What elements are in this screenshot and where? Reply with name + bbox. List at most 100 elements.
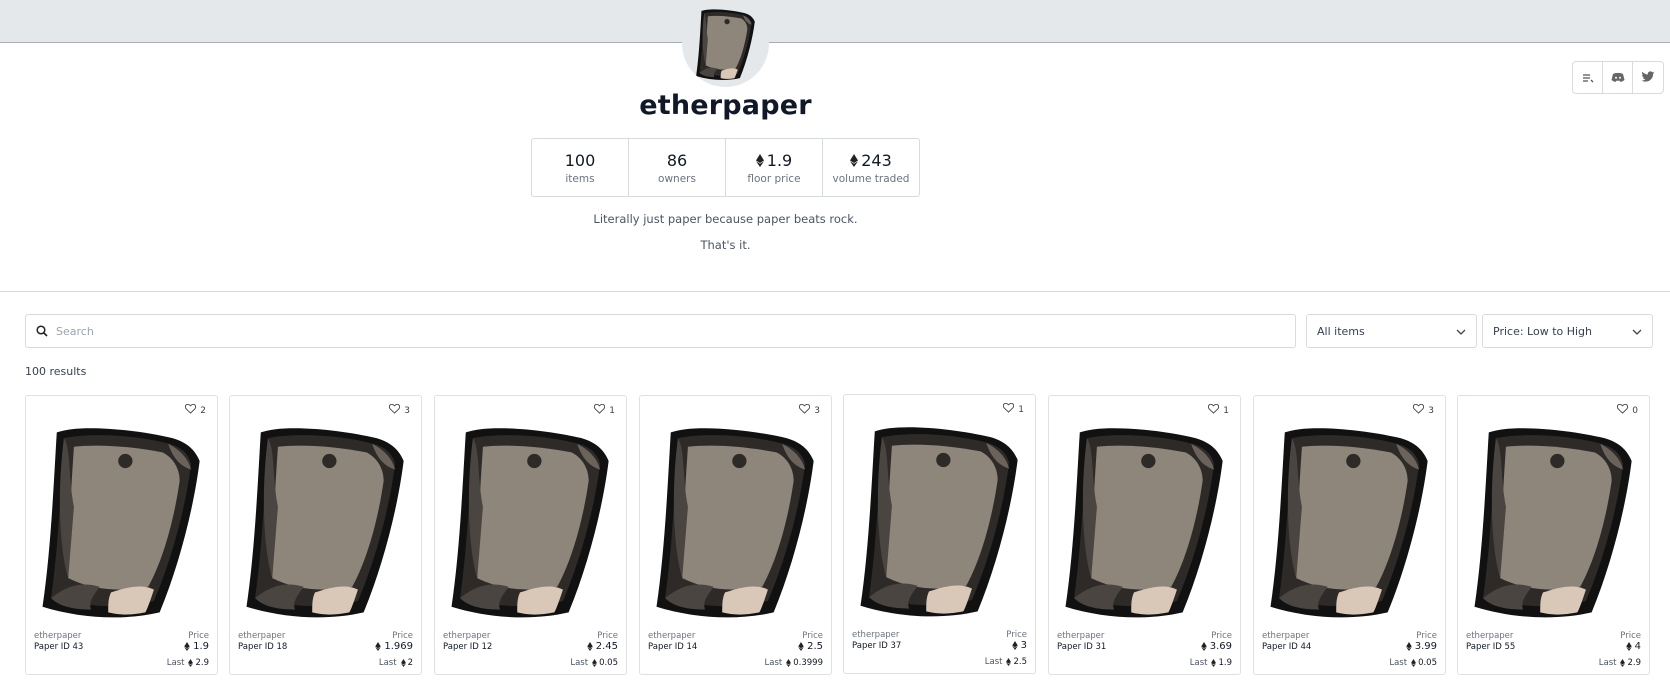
sort-select[interactable]: Price: Low to High [1482, 314, 1653, 348]
heart-icon [1617, 403, 1629, 417]
nft-card[interactable]: 1 etherpaper Price Paper ID 12 2.45 Last 0.… [434, 395, 627, 675]
stat-volume-traded[interactable]: 243 volume traded [823, 139, 919, 196]
collection-title: etherpaper [639, 90, 812, 121]
nft-card[interactable]: 3 etherpaper Price Paper ID 44 3.99 Last 0.… [1253, 395, 1446, 675]
card-price: 1.9 [184, 641, 209, 652]
like-count[interactable]: 0 [1617, 403, 1638, 417]
card-collection[interactable]: etherpaper [1057, 631, 1104, 641]
last-label: Last [1598, 658, 1617, 668]
eth-icon [1211, 659, 1217, 667]
price-label: Price [1211, 631, 1232, 641]
discord-button[interactable] [1603, 62, 1633, 93]
card-meta: etherpaper Price Paper ID 55 4 Last 2.9 [1466, 631, 1641, 668]
last-value: 2.9 [188, 658, 209, 668]
items-filter-select[interactable]: All items [1306, 314, 1477, 348]
card-collection[interactable]: etherpaper [1262, 631, 1309, 641]
like-count[interactable]: 1 [1208, 403, 1229, 417]
last-label: Last [378, 658, 397, 668]
section-divider [0, 291, 1670, 292]
card-name[interactable]: Paper ID 43 [34, 642, 83, 652]
search-bar [25, 314, 1296, 348]
card-collection[interactable]: etherpaper [238, 631, 285, 641]
like-count[interactable]: 3 [389, 403, 410, 417]
list-button[interactable] [1573, 62, 1603, 93]
nft-image [246, 428, 404, 618]
like-count[interactable]: 2 [185, 403, 206, 417]
card-collection[interactable]: etherpaper [443, 631, 490, 641]
heart-icon [1003, 402, 1015, 416]
nft-card[interactable]: 0 etherpaper Price Paper ID 55 4 Last 2.9 [1457, 395, 1650, 675]
heart-icon [185, 403, 197, 417]
stat-label: floor price [747, 172, 801, 185]
last-sale: Last 2 [238, 658, 413, 668]
eth-icon [786, 659, 792, 667]
card-name[interactable]: Paper ID 37 [852, 641, 901, 651]
card-name[interactable]: Paper ID 14 [648, 642, 697, 652]
like-count[interactable]: 1 [1003, 402, 1024, 416]
card-collection[interactable]: etherpaper [852, 630, 899, 640]
stat-label: items [565, 172, 595, 185]
last-value: 0.3999 [786, 658, 823, 668]
price-label: Price [1416, 631, 1437, 641]
card-meta: etherpaper Price Paper ID 12 2.45 Last 0.05 [443, 631, 618, 668]
card-name[interactable]: Paper ID 55 [1466, 642, 1515, 652]
nft-card[interactable]: 2 etherpaper Price Paper ID 43 1.9 Last 2.9 [25, 395, 218, 675]
last-value: 2.9 [1620, 658, 1641, 668]
nft-card[interactable]: 1 etherpaper Price Paper ID 37 3 Last 2.5 [843, 394, 1036, 674]
last-sale: Last 2.5 [852, 657, 1027, 667]
collection-banner [0, 0, 1670, 43]
sort-value: Price: Low to High [1493, 324, 1593, 338]
card-meta: etherpaper Price Paper ID 43 1.9 Last 2.9 [34, 631, 209, 668]
last-label: Last [984, 657, 1003, 667]
eth-icon [1620, 659, 1626, 667]
nft-image [1065, 428, 1223, 618]
nft-image [1270, 428, 1428, 618]
card-collection[interactable]: etherpaper [34, 631, 81, 641]
nft-card[interactable]: 3 etherpaper Price Paper ID 18 1.969 Last 2 [229, 395, 422, 675]
card-name[interactable]: Paper ID 31 [1057, 642, 1106, 652]
card-name[interactable]: Paper ID 44 [1262, 642, 1311, 652]
stat-floor-price[interactable]: 1.9 floor price [726, 139, 823, 196]
last-label: Last [764, 658, 783, 668]
card-price: 3.99 [1405, 641, 1437, 652]
eth-icon [850, 153, 859, 167]
nft-card[interactable]: 3 etherpaper Price Paper ID 14 2.5 Last 0.3… [639, 395, 832, 675]
stat-owners[interactable]: 86 owners [629, 139, 726, 196]
card-meta: etherpaper Price Paper ID 44 3.99 Last 0.05 [1262, 631, 1437, 668]
social-links [1572, 61, 1664, 94]
card-price: 3 [1011, 640, 1027, 651]
twitter-button[interactable] [1633, 62, 1663, 93]
stat-value: 243 [850, 151, 892, 170]
card-meta: etherpaper Price Paper ID 31 3.69 Last 1.9 [1057, 631, 1232, 668]
like-count[interactable]: 3 [1413, 403, 1434, 417]
paper-avatar-image [696, 9, 755, 80]
price-label: Price [188, 631, 209, 641]
list-icon [1582, 68, 1594, 87]
eth-icon [400, 659, 406, 667]
card-meta: etherpaper Price Paper ID 14 2.5 Last 0.399… [648, 631, 823, 668]
nft-image [656, 428, 814, 618]
nft-card[interactable]: 1 etherpaper Price Paper ID 31 3.69 Last 1.… [1048, 395, 1241, 675]
last-sale: Last 0.05 [443, 658, 618, 668]
like-count[interactable]: 1 [594, 403, 615, 417]
nft-image [451, 428, 609, 618]
eth-icon [1625, 642, 1632, 651]
card-name[interactable]: Paper ID 18 [238, 642, 287, 652]
eth-icon [592, 659, 598, 667]
card-name[interactable]: Paper ID 12 [443, 642, 492, 652]
last-label: Last [1389, 658, 1408, 668]
eth-icon [1411, 659, 1417, 667]
heart-icon [799, 403, 811, 417]
card-collection[interactable]: etherpaper [648, 631, 695, 641]
search-input[interactable] [56, 324, 1256, 338]
eth-icon [184, 642, 190, 651]
eth-icon [798, 642, 804, 651]
stat-value: 100 [564, 150, 596, 170]
like-count[interactable]: 3 [799, 403, 820, 417]
eth-icon [586, 642, 593, 651]
collection-description: Literally just paper because paper beats… [593, 212, 858, 226]
search-icon [36, 322, 48, 341]
price-label: Price [1006, 630, 1027, 640]
card-collection[interactable]: etherpaper [1466, 631, 1513, 641]
stat-items[interactable]: 100 items [532, 139, 629, 196]
